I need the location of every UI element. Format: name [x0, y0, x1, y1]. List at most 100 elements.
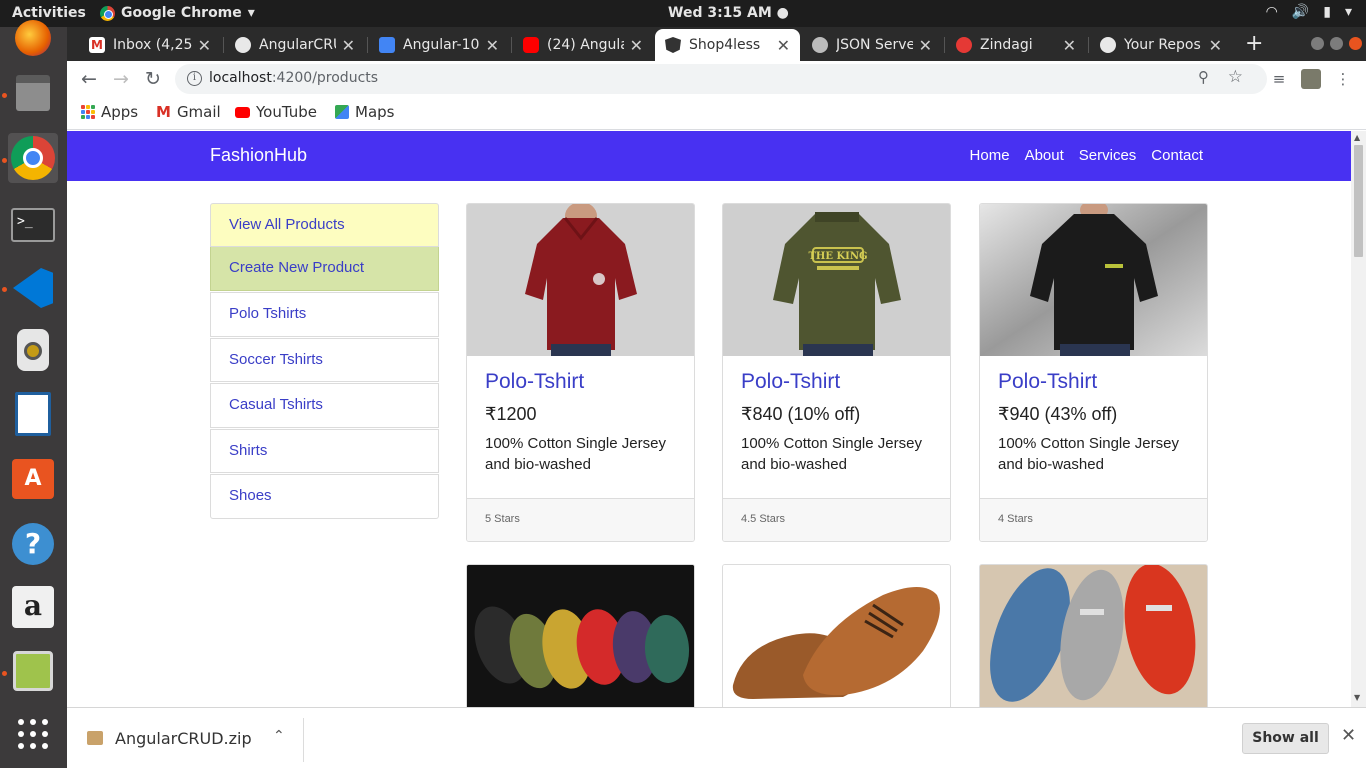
sidebar-item-casual-tshirts[interactable]: Casual Tshirts	[210, 383, 439, 428]
gmail-icon: M	[89, 37, 105, 53]
bookmark-label: Gmail	[176, 103, 221, 121]
speaker-app-icon[interactable]	[8, 325, 58, 375]
sidebar-item-view-all[interactable]: View All Products	[210, 203, 439, 247]
tab-zindagi[interactable]: Zindagi ✕	[946, 29, 1086, 61]
chrome-icon	[100, 5, 115, 21]
system-tray[interactable]: ◠ 🔊 ▮ ▾	[1266, 4, 1352, 20]
reload-icon[interactable]: ↻	[141, 67, 165, 91]
nav-link-home[interactable]: Home	[970, 147, 1010, 164]
scroll-up-arrow-icon[interactable]: ▲	[1354, 133, 1360, 142]
tab-docs[interactable]: Angular-10 ✕	[369, 29, 509, 61]
forward-arrow-icon[interactable]: →	[109, 67, 133, 91]
product-image[interactable]	[467, 204, 694, 356]
download-file-name[interactable]: AngularCRUD.zip	[115, 729, 252, 748]
address-bar[interactable]: i localhost:4200/products ⚲ ☆	[175, 64, 1267, 94]
image-viewer-icon[interactable]	[8, 646, 58, 696]
profile-avatar[interactable]	[1301, 69, 1321, 89]
menu-dots-icon[interactable]: ⋮	[1333, 69, 1353, 89]
close-icon[interactable]: ✕	[630, 36, 643, 55]
app-menu[interactable]: Google Chrome ▾	[100, 5, 255, 21]
close-icon[interactable]: ✕	[1209, 36, 1222, 55]
zoom-icon[interactable]: ⚲	[1198, 68, 1209, 86]
product-image[interactable]	[980, 204, 1207, 356]
bookmark-star-icon[interactable]: ☆	[1228, 67, 1243, 87]
show-applications-icon[interactable]	[8, 709, 58, 759]
browser-tab-strip: M Inbox (4,256 ✕ AngularCRUD ✕ Angular-1…	[67, 27, 1366, 61]
bookmark-youtube[interactable]: YouTube	[235, 103, 317, 121]
product-card[interactable]	[722, 564, 951, 707]
product-title[interactable]: Polo-Tshirt	[741, 370, 932, 394]
close-icon[interactable]: ✕	[777, 36, 790, 55]
minimize-button[interactable]	[1311, 37, 1324, 50]
bookmark-maps[interactable]: Maps	[335, 103, 394, 121]
launcher-dock: >_ A ? a	[0, 20, 67, 768]
zip-file-icon	[87, 731, 103, 745]
product-card[interactable]: Polo-Tshirt ₹940 (43% off) 100% Cotton S…	[979, 203, 1208, 542]
card-body: Polo-Tshirt ₹940 (43% off) 100% Cotton S…	[980, 356, 1207, 498]
product-description: 100% Cotton Single Jersey and bio-washed	[998, 435, 1179, 473]
sidebar-item-shirts[interactable]: Shirts	[210, 428, 439, 473]
terminal-icon[interactable]: >_	[8, 200, 58, 250]
tab-github-angularcrud[interactable]: AngularCRUD ✕	[225, 29, 365, 61]
product-card[interactable]: THE KING Polo-Tshirt ₹840 (10% off) 100%…	[722, 203, 951, 542]
sidebar-item-soccer-tshirts[interactable]: Soccer Tshirts	[210, 337, 439, 382]
product-title[interactable]: Polo-Tshirt	[485, 370, 676, 394]
help-icon[interactable]: ?	[8, 519, 58, 569]
product-rating: 5 Stars	[485, 513, 520, 525]
bookmark-apps[interactable]: Apps	[81, 103, 138, 121]
close-icon[interactable]: ✕	[198, 36, 211, 55]
product-title[interactable]: Polo-Tshirt	[998, 370, 1189, 394]
tab-json-server[interactable]: JSON Server ✕	[802, 29, 942, 61]
chevron-up-icon[interactable]: ⌃	[273, 728, 285, 744]
apps-grid-icon	[81, 105, 95, 119]
sidebar-item-create-new[interactable]: Create New Product	[210, 247, 439, 291]
sneakers-image	[467, 565, 694, 707]
maximize-button[interactable]	[1330, 37, 1343, 50]
software-center-icon[interactable]: A	[8, 454, 58, 504]
amazon-icon[interactable]: a	[8, 582, 58, 632]
info-icon[interactable]: i	[187, 71, 202, 86]
tab-youtube[interactable]: (24) Angular ✕	[513, 29, 653, 61]
sidebar-item-polo-tshirts[interactable]: Polo Tshirts	[210, 292, 439, 337]
firefox-icon[interactable]	[8, 13, 58, 63]
close-icon[interactable]: ✕	[919, 36, 932, 55]
clock[interactable]: Wed 3:15 AM ●	[668, 5, 789, 21]
close-icon[interactable]: ✕	[1341, 725, 1356, 746]
back-arrow-icon[interactable]: ←	[77, 67, 101, 91]
vscode-icon[interactable]	[8, 263, 58, 313]
page-scrollbar[interactable]: ▲ ▼	[1351, 131, 1366, 707]
sidebar-item-shoes[interactable]: Shoes	[210, 474, 439, 519]
loafers-image	[980, 565, 1207, 707]
product-card[interactable]: Polo-Tshirt ₹1200 100% Cotton Single Jer…	[466, 203, 695, 542]
url-text[interactable]: localhost:4200/products	[209, 70, 378, 86]
media-control-icon[interactable]: ≡	[1269, 69, 1289, 89]
close-icon[interactable]: ✕	[1063, 36, 1076, 55]
card-body: Polo-Tshirt ₹1200 100% Cotton Single Jer…	[467, 356, 694, 498]
tab-shop4less[interactable]: Shop4less ✕	[655, 29, 800, 61]
new-tab-button[interactable]: +	[1245, 31, 1263, 56]
battery-icon: ▮	[1323, 4, 1331, 20]
close-window-button[interactable]	[1349, 37, 1362, 50]
card-footer: 4.5 Stars	[723, 498, 950, 541]
page-viewport: FashionHub Home About Services Contact V…	[67, 131, 1351, 707]
card-footer: 4 Stars	[980, 498, 1207, 541]
files-icon[interactable]	[8, 68, 58, 118]
scrollbar-thumb[interactable]	[1354, 145, 1363, 257]
tab-gmail[interactable]: M Inbox (4,256 ✕	[79, 29, 221, 61]
product-card[interactable]	[466, 564, 695, 707]
show-all-button[interactable]: Show all	[1242, 723, 1329, 754]
bookmark-gmail[interactable]: M Gmail	[156, 103, 221, 121]
close-icon[interactable]: ✕	[486, 36, 499, 55]
browser-toolbar: ← → ↻ i localhost:4200/products ⚲ ☆ ≡ ⋮	[67, 61, 1366, 97]
brand-logo[interactable]: FashionHub	[210, 145, 307, 166]
close-icon[interactable]: ✕	[342, 36, 355, 55]
scroll-down-arrow-icon[interactable]: ▼	[1354, 693, 1360, 702]
nav-link-services[interactable]: Services	[1079, 147, 1137, 164]
chrome-icon[interactable]	[8, 133, 58, 183]
nav-link-about[interactable]: About	[1025, 147, 1064, 164]
nav-link-contact[interactable]: Contact	[1151, 147, 1203, 164]
product-card[interactable]	[979, 564, 1208, 707]
product-image[interactable]: THE KING	[723, 204, 950, 356]
tab-your-repos[interactable]: Your Repos ✕	[1090, 29, 1232, 61]
writer-icon[interactable]	[8, 389, 58, 439]
